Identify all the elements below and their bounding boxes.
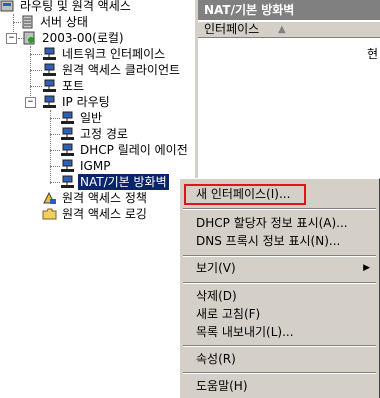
network-icon <box>42 47 57 61</box>
menu-separator <box>183 345 376 347</box>
tree-line <box>30 54 42 55</box>
tree-item-label: 네트워크 인터페이스 <box>62 47 166 61</box>
menu-separator <box>183 372 376 374</box>
submenu-arrow-icon: ▶ <box>363 263 370 273</box>
console-tree: 라우팅 및 원격 액세스 서버 상태 − 2003-00(로컬) 네트워크 인터… <box>0 0 195 398</box>
network-icon <box>60 127 75 141</box>
status-fragment: 현 <box>366 47 378 61</box>
menu-item-new-interface[interactable]: 새 인터페이스(I)... <box>196 185 290 203</box>
tree-line <box>50 166 60 167</box>
tree-line <box>50 150 60 151</box>
menu-item-delete[interactable]: 삭제(D) <box>196 287 237 305</box>
menu-item-view-label: 보기(V) <box>196 261 236 275</box>
tree-item-label: 일반 <box>80 111 103 125</box>
collapse-toggle[interactable]: − <box>25 97 36 108</box>
menu-item-view[interactable]: 보기(V) ▶ <box>196 259 376 277</box>
server-icon <box>22 31 37 45</box>
menu-item-export-list[interactable]: 목록 내보내기(L)... <box>196 323 294 341</box>
network-icon <box>42 95 57 109</box>
menu-item-dns-proxy-info[interactable]: DNS 프록시 정보 표시(N)... <box>196 232 340 250</box>
tree-item-label: IGMP <box>80 159 111 173</box>
tree-item-label: IP 라우팅 <box>62 95 110 109</box>
menu-item-properties[interactable]: 속성(R) <box>196 350 236 368</box>
network-icon <box>42 63 57 77</box>
menu-item-dhcp-allocator-info[interactable]: DHCP 할당자 정보 표시(A)... <box>196 214 348 232</box>
tree-item-label: 서버 상태 <box>40 15 88 29</box>
folder-icon <box>42 207 57 221</box>
tree-line <box>50 110 51 184</box>
menu-separator <box>183 282 376 284</box>
tree-line <box>50 118 60 119</box>
column-header-interface[interactable]: 인터페이스 ▲ <box>198 21 380 38</box>
menu-item-help[interactable]: 도움말(H) <box>196 377 248 395</box>
sort-arrow-icon: ▲ <box>278 24 286 35</box>
tree-item-label: 원격 액세스 클라이언트 <box>62 63 181 77</box>
tree-item-label: 고정 경로 <box>80 127 128 141</box>
routing-icon <box>0 0 15 13</box>
tree-item-label: 2003-00(로컬) <box>42 31 124 45</box>
server-status-icon <box>20 15 35 29</box>
tree-line <box>30 86 42 87</box>
context-menu: 새 인터페이스(I)... DHCP 할당자 정보 표시(A)... DNS 프… <box>179 178 380 398</box>
tree-line <box>30 70 42 71</box>
column-header-label: 인터페이스 <box>204 22 260 36</box>
tree-root-label: 라우팅 및 원격 액세스 <box>20 0 131 13</box>
collapse-toggle[interactable]: − <box>6 33 17 44</box>
policy-icon <box>42 191 57 205</box>
network-icon <box>42 79 57 93</box>
menu-separator <box>183 208 376 210</box>
tree-line <box>50 182 60 183</box>
network-icon <box>60 111 75 125</box>
menu-separator <box>183 255 376 257</box>
menu-item-refresh[interactable]: 새로 고침(F) <box>196 305 260 323</box>
network-icon <box>60 159 75 173</box>
tree-line <box>50 134 60 135</box>
network-icon <box>60 143 75 157</box>
tree-item-label: 포트 <box>62 79 85 93</box>
tree-item-label: 원격 액세스 로깅 <box>62 207 147 221</box>
network-icon <box>60 175 75 189</box>
details-title: NAT/기본 방화벽 <box>198 0 380 20</box>
tree-item-label: 원격 액세스 정책 <box>62 191 147 205</box>
tree-item-label: NAT/기본 방화벽 <box>78 174 169 190</box>
tree-item-label: DHCP 릴레이 에이전 <box>80 143 188 157</box>
